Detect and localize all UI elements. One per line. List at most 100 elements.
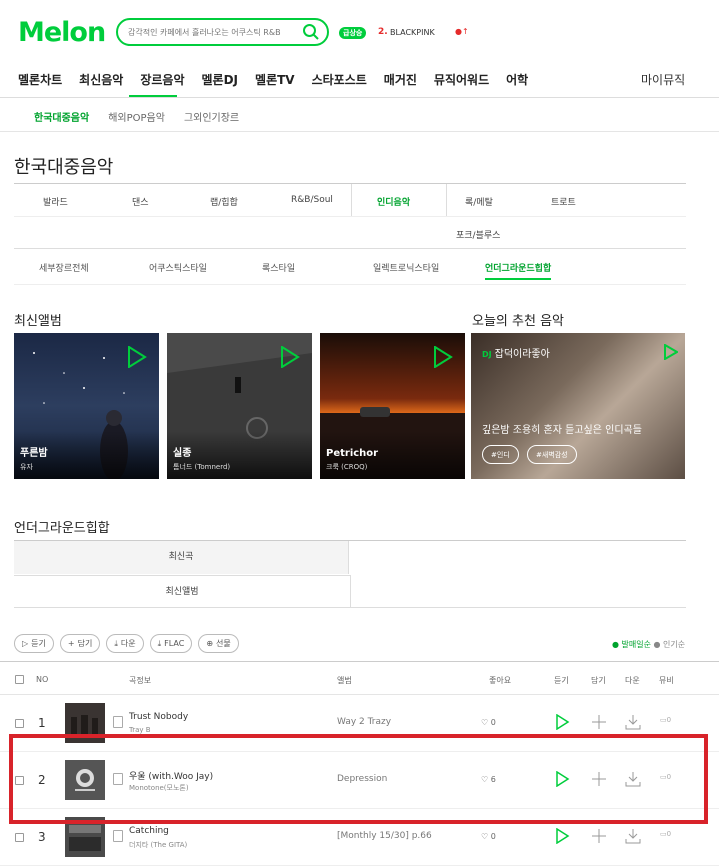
genre-menu: 발라드 댄스 랩/힙합 R&B/Soul 인디음악 록/메탈 트로트 포크/블루… — [14, 183, 686, 249]
album-card[interactable]: 실종 톰너드 (Tomnerd) — [167, 333, 312, 479]
album-title[interactable]: 푸른밤 — [20, 444, 48, 459]
subgenre-underground-hiphop[interactable]: 언더그라운드힙합 — [485, 261, 552, 280]
add-all-button[interactable]: + 담기 — [59, 634, 101, 653]
play-all-button[interactable]: ▷ 듣기 — [14, 634, 54, 653]
nav-music-award[interactable]: 뮤직어워드 — [434, 71, 489, 88]
tab-latest-songs[interactable]: 최신곡 — [14, 541, 349, 574]
genre-dance[interactable]: 댄스 — [132, 195, 149, 208]
row-number: 3 — [38, 830, 46, 844]
nav-tv[interactable]: 멜론TV — [255, 71, 295, 88]
play-icon: ▷ — [22, 639, 29, 648]
mv-button[interactable]: ▭0 — [660, 830, 671, 838]
melon-logo[interactable]: Melon — [18, 17, 106, 48]
page-title: 한국대중음악 — [14, 157, 114, 178]
play-icon[interactable] — [554, 828, 570, 844]
song-artist[interactable]: 더지타 (The GITA) — [129, 840, 187, 850]
subnav-other[interactable]: 그외인기장르 — [184, 109, 239, 124]
genre-trot[interactable]: 트로트 — [551, 195, 576, 208]
like-button[interactable]: ♡ 0 — [481, 832, 496, 841]
header-play: 듣기 — [554, 676, 569, 685]
like-button[interactable]: ♡ 0 — [481, 718, 496, 727]
genre-rnb[interactable]: R&B/Soul — [291, 195, 333, 205]
recommend-card[interactable]: DJ 잡덕이라좋아 깊은밤 조용히 혼자 듣고싶은 인디곡들 #인디 #새벽감성 — [471, 333, 685, 479]
dj-name: 잡덕이라좋아 — [494, 349, 550, 360]
tag-button[interactable]: #새벽감성 — [527, 445, 577, 464]
song-album[interactable]: [Monthly 15/30] p.66 — [337, 831, 432, 841]
dj-playlist-name[interactable]: DJ 잡덕이라좋아 — [482, 345, 550, 360]
latest-albums-title: 최신앨범 — [14, 314, 62, 329]
gift-button[interactable]: ⊕ 선물 — [198, 634, 239, 653]
add-icon[interactable] — [591, 828, 607, 844]
song-title[interactable]: Catching — [129, 826, 169, 836]
download-label: 다운 — [120, 639, 136, 648]
nav-magazine[interactable]: 매거진 — [384, 71, 417, 88]
row-checkbox[interactable] — [15, 833, 24, 842]
subgenre-rock[interactable]: 록스타일 — [262, 261, 295, 274]
song-info-icon[interactable] — [113, 716, 123, 728]
add-icon[interactable] — [591, 714, 607, 730]
sort-options: ● 발매일순 ● 인기순 — [612, 639, 685, 650]
play-icon[interactable] — [280, 346, 300, 368]
album-card[interactable]: 푸른밤 유자 — [14, 333, 159, 479]
main-nav: 멜론차트 최신음악 장르음악 멜론DJ 멜론TV 스타포스트 매거진 뮤직어워드… — [18, 71, 528, 88]
table-header: NO 곡정보 앨범 좋아요 듣기 담기 다운 뮤비 — [0, 661, 719, 695]
sort-by-date[interactable]: ● 발매일순 — [612, 640, 651, 649]
album-title[interactable]: 실종 — [173, 444, 191, 459]
tab-latest-albums[interactable]: 최신앨범 — [14, 575, 351, 608]
recommend-description: 깊은밤 조용히 혼자 듣고싶은 인디곡들 — [482, 425, 642, 436]
album-artist[interactable]: 유자 — [20, 462, 33, 472]
play-icon[interactable] — [127, 346, 147, 368]
download-icon[interactable] — [625, 714, 641, 730]
search-input[interactable] — [128, 20, 303, 45]
download-button[interactable]: ⤓ 다운 — [106, 634, 144, 653]
subnav-pop[interactable]: 해외POP음악 — [108, 109, 165, 124]
album-artist[interactable]: 크룩 (CROQ) — [326, 462, 367, 472]
search-icon[interactable] — [302, 23, 320, 41]
select-all-checkbox[interactable] — [15, 675, 24, 684]
genre-indie[interactable]: 인디음악 — [377, 195, 410, 208]
song-album[interactable]: Way 2 Trazy — [337, 717, 391, 727]
subgenre-acoustic[interactable]: 어쿠스틱스타일 — [149, 261, 207, 274]
album-artist[interactable]: 톰너드 (Tomnerd) — [173, 462, 230, 472]
nav-language[interactable]: 어학 — [506, 71, 528, 88]
genre-hiphop[interactable]: 랩/힙합 — [210, 195, 238, 208]
nav-starpost[interactable]: 스타포스트 — [312, 71, 367, 88]
nav-latest[interactable]: 최신음악 — [79, 71, 123, 88]
gift-icon: ⊕ — [206, 639, 214, 648]
play-icon[interactable] — [554, 714, 570, 730]
rank-artist-link[interactable]: BLACKPINK — [390, 28, 435, 37]
subgenre-electronic[interactable]: 일렉트로닉스타일 — [373, 261, 439, 274]
subgenre-all[interactable]: 세부장르전체 — [39, 261, 89, 274]
album-card[interactable]: Petrichor 크룩 (CROQ) — [320, 333, 465, 479]
tag-button[interactable]: #인디 — [482, 445, 519, 464]
genre-ballad[interactable]: 발라드 — [43, 195, 68, 208]
header-mv: 뮤비 — [659, 676, 674, 685]
row-checkbox[interactable] — [15, 719, 24, 728]
song-artist[interactable]: Tray B — [129, 726, 151, 734]
nav-genre[interactable]: 장르음악 — [140, 71, 184, 88]
mv-button[interactable]: ▭0 — [660, 716, 671, 724]
subnav-korean[interactable]: 한국대중음악 — [34, 109, 89, 124]
genre-folk[interactable]: 포크/블루스 — [456, 228, 500, 241]
flac-button[interactable]: ⤓ FLAC — [149, 634, 193, 653]
search-box[interactable] — [116, 18, 329, 46]
download-icon[interactable] — [625, 828, 641, 844]
album-title[interactable]: Petrichor — [326, 448, 378, 459]
header-no: NO — [36, 675, 49, 684]
hiphop-section-title: 언더그라운드힙합 — [14, 521, 110, 536]
song-title[interactable]: Trust Nobody — [129, 712, 188, 722]
play-icon[interactable] — [433, 346, 453, 368]
song-info-icon[interactable] — [113, 830, 123, 842]
header-down: 다운 — [625, 676, 640, 685]
play-icon[interactable] — [664, 344, 678, 360]
action-buttons: ▷ 듣기 + 담기 ⤓ 다운 ⤓ FLAC ⊕ 선물 — [14, 634, 239, 653]
nav-dj[interactable]: 멜론DJ — [202, 71, 239, 88]
nav-my-music[interactable]: 마이뮤직 — [641, 71, 685, 88]
genre-sub-menu: 세부장르전체 어쿠스틱스타일 록스타일 일렉트로닉스타일 언더그라운드힙합 — [14, 258, 686, 285]
nav-chart[interactable]: 멜론차트 — [18, 71, 62, 88]
subnav-divider — [0, 131, 719, 132]
flac-label: FLAC — [164, 639, 185, 648]
genre-row-divider — [14, 216, 686, 217]
sort-by-popular[interactable]: ● 인기순 — [654, 640, 686, 649]
genre-rock[interactable]: 록/메탈 — [465, 195, 493, 208]
